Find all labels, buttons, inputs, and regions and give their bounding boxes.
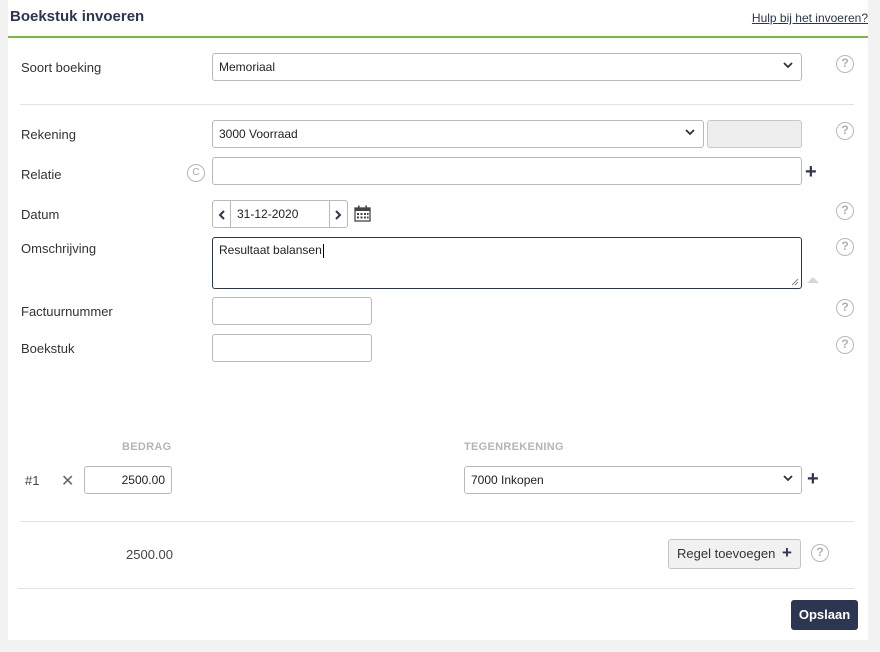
tegenrekening-value: 7000 Inkopen — [471, 473, 544, 487]
question-circle-icon[interactable]: ? — [836, 122, 854, 140]
save-button[interactable]: Opslaan — [791, 600, 858, 630]
omschrijving-textarea[interactable]: Resultaat balansen — [212, 237, 802, 289]
question-circle-icon[interactable]: ? — [836, 55, 854, 73]
divider — [20, 104, 854, 105]
resize-handle-icon[interactable] — [791, 278, 799, 286]
question-circle-icon[interactable]: ? — [836, 202, 854, 220]
divider — [20, 521, 854, 522]
chevron-down-icon — [685, 129, 695, 136]
question-circle-icon[interactable]: ? — [811, 544, 829, 562]
help-link[interactable]: Hulp bij het invoeren? — [752, 11, 868, 25]
rekening-label: Rekening — [21, 127, 76, 142]
tegenrekening-select[interactable]: 7000 Inkopen — [464, 466, 802, 494]
soort-boeking-select[interactable]: Memoriaal — [212, 53, 802, 81]
datum-label: Datum — [21, 207, 60, 222]
question-circle-icon[interactable]: ? — [836, 336, 854, 354]
omschrijving-value: Resultaat balansen — [219, 243, 322, 257]
chevron-left-icon[interactable] — [213, 201, 231, 227]
factuurnummer-input[interactable] — [212, 297, 372, 325]
soort-boeking-label: Soort boeking — [21, 60, 102, 75]
form-panel: Boekstuk invoeren Hulp bij het invoeren?… — [8, 0, 868, 640]
chevron-down-icon — [783, 475, 793, 482]
question-circle-icon[interactable]: ? — [836, 238, 854, 256]
line-number: #1 — [25, 473, 40, 488]
plus-icon: + — [781, 543, 792, 562]
copyright-circle-icon[interactable]: C — [187, 164, 205, 182]
rekening-select[interactable]: 3000 Voorraad — [212, 120, 704, 148]
boekstuk-input[interactable] — [212, 334, 372, 362]
text-cursor — [322, 243, 324, 258]
chevron-right-icon[interactable] — [329, 201, 347, 227]
divider — [18, 588, 854, 589]
total-amount: 2500.00 — [126, 547, 173, 562]
datum-input[interactable]: 31-12-2020 — [237, 207, 298, 221]
date-picker: 31-12-2020 — [212, 200, 348, 228]
plus-icon[interactable]: + — [805, 162, 817, 182]
question-circle-icon[interactable]: ? — [836, 299, 854, 317]
soort-boeking-value: Memoriaal — [219, 60, 276, 74]
close-icon[interactable]: ✕ — [61, 471, 74, 491]
tegenrekening-column-header: TEGENREKENING — [464, 441, 564, 453]
calendar-icon[interactable] — [354, 205, 371, 225]
rekening-extra-field — [707, 120, 802, 148]
header: Boekstuk invoeren Hulp bij het invoeren? — [8, 0, 868, 38]
relatie-label: Relatie — [21, 167, 62, 182]
relatie-input[interactable] — [212, 157, 802, 185]
bedrag-column-header: BEDRAG — [122, 441, 172, 453]
add-line-label: Regel toevoegen — [677, 546, 776, 561]
plus-icon[interactable]: + — [807, 469, 819, 489]
page-title: Boekstuk invoeren — [10, 8, 145, 25]
omschrijving-label: Omschrijving — [21, 241, 97, 256]
chevron-down-icon — [783, 62, 793, 69]
rekening-value: 3000 Voorraad — [219, 127, 298, 141]
add-line-button[interactable]: Regel toevoegen + — [668, 539, 801, 569]
boekstuk-label: Boekstuk — [21, 341, 75, 356]
triangle-up-icon — [807, 277, 819, 283]
factuurnummer-label: Factuurnummer — [21, 304, 113, 319]
bedrag-input[interactable]: 2500.00 — [84, 466, 172, 494]
